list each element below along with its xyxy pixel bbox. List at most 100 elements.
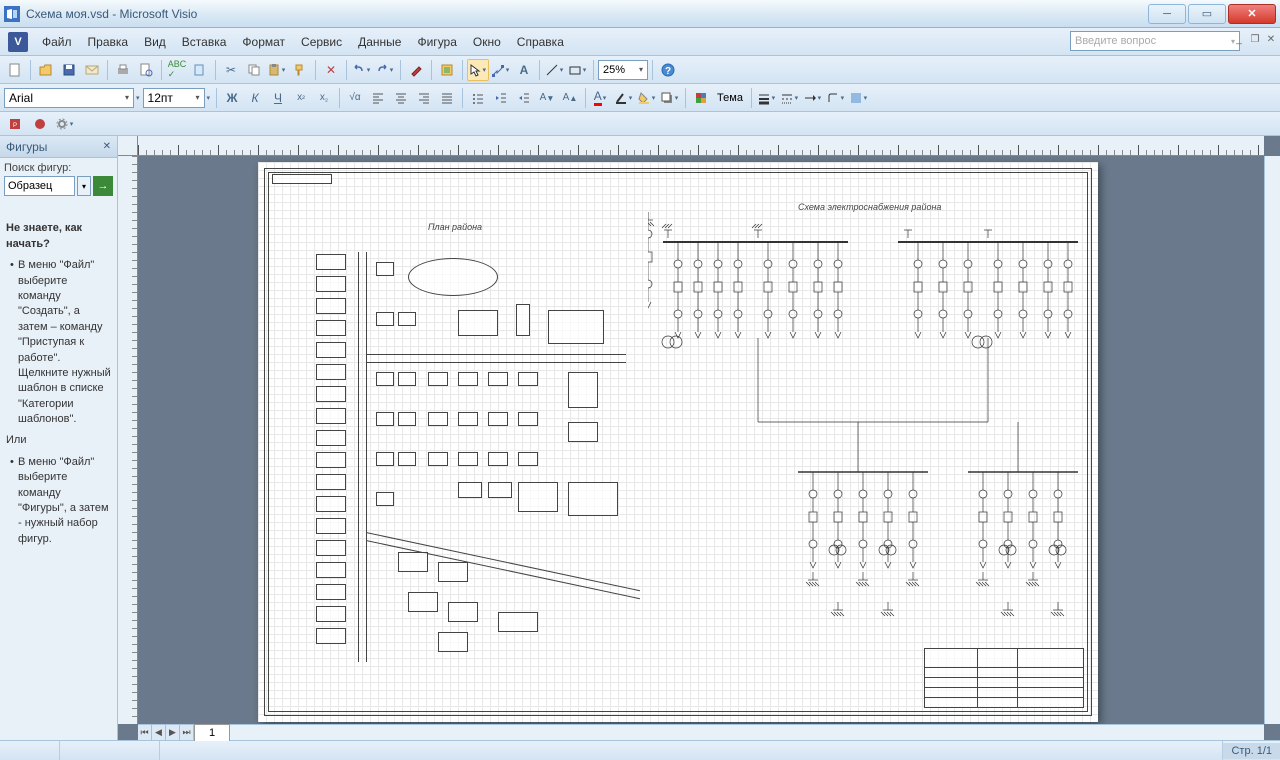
- shapes-close-button[interactable]: ✕: [103, 141, 111, 152]
- align-center-button[interactable]: [390, 87, 412, 109]
- copy-button[interactable]: [243, 59, 265, 81]
- email-button[interactable]: [81, 59, 103, 81]
- visio-app-icon[interactable]: V: [8, 32, 28, 52]
- shapes-search-dropdown[interactable]: ▾: [77, 176, 91, 196]
- help-question-input[interactable]: Введите вопрос ▾: [1070, 31, 1240, 51]
- text-tool[interactable]: A: [513, 59, 535, 81]
- corner-button[interactable]: ▾: [825, 87, 847, 109]
- ink-button[interactable]: [405, 59, 427, 81]
- shadow-button[interactable]: ▾: [659, 87, 681, 109]
- page-tab-1[interactable]: 1: [194, 724, 230, 741]
- page-first-button[interactable]: ⏮: [138, 725, 152, 741]
- font-name-select[interactable]: Arial▾: [4, 88, 134, 108]
- shapes-pane: Фигуры ✕ Поиск фигур: ▾ → Не знаете, как…: [0, 136, 118, 740]
- formatting-toolbar: Arial▾ ▾ 12пт▾ ▾ Ж К Ч x² x₂ √α A▼ A▲ A▾…: [0, 84, 1280, 112]
- shapes-button[interactable]: [436, 59, 458, 81]
- align-right-button[interactable]: [413, 87, 435, 109]
- menu-format[interactable]: Формат: [234, 31, 293, 53]
- connector-tool[interactable]: ▾: [490, 59, 512, 81]
- line-weight-button[interactable]: ▾: [756, 87, 778, 109]
- increase-font-button[interactable]: A▲: [559, 87, 581, 109]
- line-pattern-button[interactable]: ▾: [779, 87, 801, 109]
- line-tool[interactable]: ▾: [544, 59, 566, 81]
- research-button[interactable]: [189, 59, 211, 81]
- menu-edit[interactable]: Правка: [80, 31, 137, 53]
- doc-close-button[interactable]: ✕: [1264, 32, 1278, 46]
- ruler-corner: [118, 136, 138, 156]
- menu-file[interactable]: Файл: [34, 31, 80, 53]
- vertical-ruler[interactable]: [118, 156, 138, 724]
- zoom-select[interactable]: 25%▾: [598, 60, 648, 80]
- undo-button[interactable]: ▾: [351, 59, 373, 81]
- rectangle-tool[interactable]: ▾: [567, 59, 589, 81]
- line-color-button[interactable]: ▾: [613, 87, 635, 109]
- redo-button[interactable]: ▾: [374, 59, 396, 81]
- gear-button[interactable]: ▾: [54, 113, 76, 135]
- justify-button[interactable]: [436, 87, 458, 109]
- print-preview-button[interactable]: [135, 59, 157, 81]
- doc-minimize-button[interactable]: _: [1232, 32, 1246, 46]
- align-left-button[interactable]: [367, 87, 389, 109]
- decrease-indent-button[interactable]: [490, 87, 512, 109]
- shapes-search-go-button[interactable]: →: [93, 176, 113, 196]
- font-size-select[interactable]: 12пт▾: [143, 88, 205, 108]
- delete-button[interactable]: ✕: [320, 59, 342, 81]
- menu-window[interactable]: Окно: [465, 31, 509, 53]
- fill-color-button[interactable]: ▾: [636, 87, 658, 109]
- diagram-title-left: План района: [428, 222, 482, 232]
- print-button[interactable]: [112, 59, 134, 81]
- doc-restore-button[interactable]: ❐: [1248, 32, 1262, 46]
- open-button[interactable]: [35, 59, 57, 81]
- theme-icon[interactable]: [690, 87, 712, 109]
- menu-shape[interactable]: Фигура: [409, 31, 464, 53]
- extra-toolbar: P ▾: [0, 112, 1280, 136]
- superscript-button[interactable]: x²: [290, 87, 312, 109]
- standard-toolbar: ABC✓ ✂ ▾ ✕ ▾ ▾ ▾ ▾ A ▾ ▾ 25%▾ ?: [0, 56, 1280, 84]
- increase-indent-button[interactable]: [513, 87, 535, 109]
- italic-button[interactable]: К: [244, 87, 266, 109]
- underline-button[interactable]: Ч: [267, 87, 289, 109]
- page-next-button[interactable]: ▶: [166, 725, 180, 741]
- new-button[interactable]: [4, 59, 26, 81]
- window-title: Схема моя.vsd - Microsoft Visio: [26, 7, 197, 21]
- drawing-page[interactable]: План района Схема электроснабжения район…: [258, 162, 1098, 722]
- drawing-canvas[interactable]: План района Схема электроснабжения район…: [118, 136, 1280, 740]
- maximize-button[interactable]: ▭: [1188, 4, 1226, 24]
- minimize-button[interactable]: ─: [1148, 4, 1186, 24]
- save-button[interactable]: [58, 59, 80, 81]
- menu-service[interactable]: Сервис: [293, 31, 350, 53]
- theme-label[interactable]: Тема: [713, 92, 747, 104]
- shapes-pane-header: Фигуры ✕: [0, 136, 117, 158]
- transparency-button[interactable]: ▾: [848, 87, 870, 109]
- status-page-indicator: Стр. 1/1: [1223, 743, 1280, 759]
- spellcheck-button[interactable]: ABC✓: [166, 59, 188, 81]
- menubar: V Файл Правка Вид Вставка Формат Сервис …: [0, 28, 1280, 56]
- menu-help[interactable]: Справка: [509, 31, 572, 53]
- decrease-font-button[interactable]: A▼: [536, 87, 558, 109]
- shapes-search-input[interactable]: [4, 176, 75, 196]
- page-last-button[interactable]: ⏭: [180, 725, 194, 741]
- horizontal-scrollbar[interactable]: [230, 725, 1264, 740]
- line-ends-button[interactable]: ▾: [802, 87, 824, 109]
- menu-data[interactable]: Данные: [350, 31, 409, 53]
- titlebar: Схема моя.vsd - Microsoft Visio ─ ▭ ✕: [0, 0, 1280, 28]
- subscript-button[interactable]: x₂: [313, 87, 335, 109]
- bold-button[interactable]: Ж: [221, 87, 243, 109]
- statusbar: Стр. 1/1: [0, 740, 1280, 760]
- page-prev-button[interactable]: ◀: [152, 725, 166, 741]
- bullets-button[interactable]: [467, 87, 489, 109]
- cut-button[interactable]: ✂: [220, 59, 242, 81]
- vertical-scrollbar[interactable]: [1264, 156, 1280, 724]
- format-painter-button[interactable]: [289, 59, 311, 81]
- formula-button[interactable]: √α: [344, 87, 366, 109]
- horizontal-ruler[interactable]: [138, 136, 1264, 156]
- stop-button[interactable]: [29, 113, 51, 135]
- font-color-button[interactable]: A▾: [590, 87, 612, 109]
- paste-button[interactable]: ▾: [266, 59, 288, 81]
- pointer-tool[interactable]: ▾: [467, 59, 489, 81]
- help-button[interactable]: ?: [657, 59, 679, 81]
- pdf-button[interactable]: P: [4, 113, 26, 135]
- menu-insert[interactable]: Вставка: [174, 31, 235, 53]
- close-button[interactable]: ✕: [1228, 4, 1276, 24]
- menu-view[interactable]: Вид: [136, 31, 174, 53]
